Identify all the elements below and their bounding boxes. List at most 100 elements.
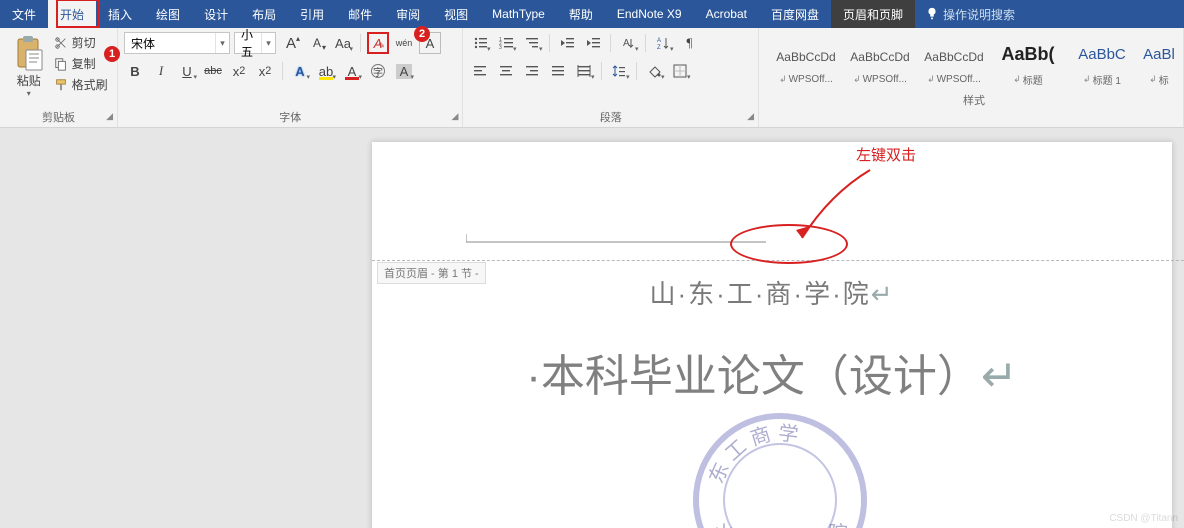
paste-label[interactable]: 粘贴 <box>17 72 41 89</box>
bucket-icon <box>647 64 661 78</box>
paragraph-launcher[interactable]: ◢ <box>747 111 754 122</box>
bullet-list-button[interactable] <box>469 32 491 54</box>
bold-button[interactable]: B <box>124 60 146 82</box>
styles-gallery[interactable]: AaBbCcDd↲WPSOff... AaBbCcDd↲WPSOff... Aa… <box>769 32 1179 92</box>
phonetic-guide-button[interactable]: wén <box>393 32 415 54</box>
return-mark: ↵ <box>981 352 1018 401</box>
group-paragraph: 123 A AZ ¶ <box>463 28 759 127</box>
increase-indent-button[interactable] <box>582 32 604 54</box>
text-effects-button[interactable]: A <box>289 60 311 82</box>
tab-insert[interactable]: 插入 <box>96 0 144 28</box>
underline-button[interactable]: U <box>176 60 198 82</box>
highlight-button[interactable]: ab <box>315 60 337 82</box>
paste-icon[interactable] <box>14 36 44 72</box>
copy-button[interactable]: 复制 <box>54 55 111 72</box>
borders-button[interactable] <box>669 60 691 82</box>
svg-text:院: 院 <box>828 522 848 528</box>
superscript-button[interactable]: x2 <box>254 60 276 82</box>
sort-button[interactable]: AZ <box>652 32 674 54</box>
style-item-title[interactable]: AaBb(↲标题 <box>991 32 1065 92</box>
style-item-wps2[interactable]: AaBbCcDd↲WPSOff... <box>843 32 917 92</box>
group-paragraph-label: 段落 <box>600 112 622 124</box>
annotation-label: 左键双击 <box>856 144 916 165</box>
enclose-characters-button[interactable]: 字 <box>367 60 389 82</box>
borders-icon <box>673 64 687 78</box>
copy-icon <box>54 57 68 71</box>
style-item-wps3[interactable]: AaBbCcDd↲WPSOff... <box>917 32 991 92</box>
tab-references[interactable]: 引用 <box>288 0 336 28</box>
character-shading-button[interactable]: A <box>393 60 415 82</box>
change-case-button[interactable]: Aa <box>332 32 354 54</box>
tell-me-search[interactable]: 操作说明搜索 <box>915 0 1025 28</box>
text-direction-button[interactable]: A <box>617 32 639 54</box>
svg-text:东 工 商 学: 东 工 商 学 <box>705 421 800 486</box>
cut-button[interactable]: 剪切 <box>54 34 111 51</box>
align-right-icon <box>525 64 539 78</box>
tab-baidudisk[interactable]: 百度网盘 <box>759 0 831 28</box>
tab-endnote[interactable]: EndNote X9 <box>605 0 694 28</box>
font-launcher[interactable]: ◢ <box>452 111 459 122</box>
header-text[interactable]: 山·东·工·商·学·院↵ <box>372 274 1172 311</box>
group-clipboard-label: 剪贴板 <box>42 112 75 124</box>
group-clipboard: 粘贴 ▾ 剪切 复制 格式刷 剪贴板◢ 1 <box>0 28 118 127</box>
grow-font-button[interactable]: A▴ <box>280 32 302 54</box>
tab-layout[interactable]: 布局 <box>240 0 288 28</box>
clipboard-launcher[interactable]: ◢ <box>106 111 113 122</box>
align-justify-button[interactable] <box>547 60 569 82</box>
tab-view[interactable]: 视图 <box>432 0 480 28</box>
svg-text:Z: Z <box>657 45 661 50</box>
tab-draw[interactable]: 绘图 <box>144 0 192 28</box>
align-left-button[interactable] <box>469 60 491 82</box>
group-styles-label: 样式 <box>963 95 985 107</box>
annotation-ellipse <box>730 224 848 264</box>
align-right-button[interactable] <box>521 60 543 82</box>
clear-formatting-button[interactable]: A✎ <box>367 32 389 54</box>
numbering-icon: 123 <box>499 36 513 50</box>
svg-text:A: A <box>657 38 661 44</box>
document-title-text[interactable]: ·本科毕业论文（设计）↵ <box>372 340 1172 404</box>
font-color-button[interactable]: A <box>341 60 363 82</box>
font-size-combo[interactable]: 小五▾ <box>234 32 276 54</box>
align-center-button[interactable] <box>495 60 517 82</box>
svg-text:山: 山 <box>714 522 734 528</box>
svg-text:3: 3 <box>499 45 502 50</box>
line-spacing-button[interactable] <box>608 60 630 82</box>
tab-review[interactable]: 审阅 <box>384 0 432 28</box>
tab-mail[interactable]: 邮件 <box>336 0 384 28</box>
ribbon: 粘贴 ▾ 剪切 复制 格式刷 剪贴板◢ 1 <box>0 28 1184 128</box>
tab-mathtype[interactable]: MathType <box>480 0 557 28</box>
linespacing-icon <box>612 64 626 78</box>
style-item-wps1[interactable]: AaBbCcDd↲WPSOff... <box>769 32 843 92</box>
shading-button[interactable] <box>643 60 665 82</box>
decrease-indent-button[interactable] <box>556 32 578 54</box>
italic-button[interactable]: I <box>150 60 172 82</box>
show-marks-button[interactable]: ¶ <box>678 32 700 54</box>
subscript-button[interactable]: x2 <box>228 60 250 82</box>
tab-help[interactable]: 帮助 <box>557 0 605 28</box>
style-item-heading1[interactable]: AaBbC↲标题 1 <box>1065 32 1139 92</box>
bullets-icon <box>473 36 487 50</box>
multilevel-list-button[interactable] <box>521 32 543 54</box>
outdent-icon <box>560 36 574 50</box>
align-distribute-button[interactable] <box>573 60 595 82</box>
multilevel-icon <box>525 36 539 50</box>
format-painter-button[interactable]: 格式刷 <box>54 76 111 93</box>
svg-text:A: A <box>623 38 630 49</box>
tab-design[interactable]: 设计 <box>192 0 240 28</box>
brush-icon <box>54 78 68 92</box>
school-seal-image: 东 工 商 学 山 院 <box>690 410 870 528</box>
lightbulb-icon <box>925 7 939 21</box>
tab-home[interactable]: 开始 <box>48 0 96 28</box>
number-list-button[interactable]: 123 <box>495 32 517 54</box>
shrink-font-button[interactable]: A▾ <box>306 32 328 54</box>
style-item-more[interactable]: AaBl↲标 <box>1139 32 1179 92</box>
font-name-combo[interactable]: 宋体▾ <box>124 32 230 54</box>
tab-file[interactable]: 文件 <box>0 0 48 28</box>
strikethrough-button[interactable]: abc <box>202 60 224 82</box>
horizontal-ruler[interactable] <box>466 230 766 244</box>
justify-icon <box>551 64 565 78</box>
annotation-badge-2: 2 <box>414 26 430 42</box>
tab-header-footer[interactable]: 页眉和页脚 <box>831 0 915 28</box>
tab-acrobat[interactable]: Acrobat <box>694 0 759 28</box>
indent-icon <box>586 36 600 50</box>
